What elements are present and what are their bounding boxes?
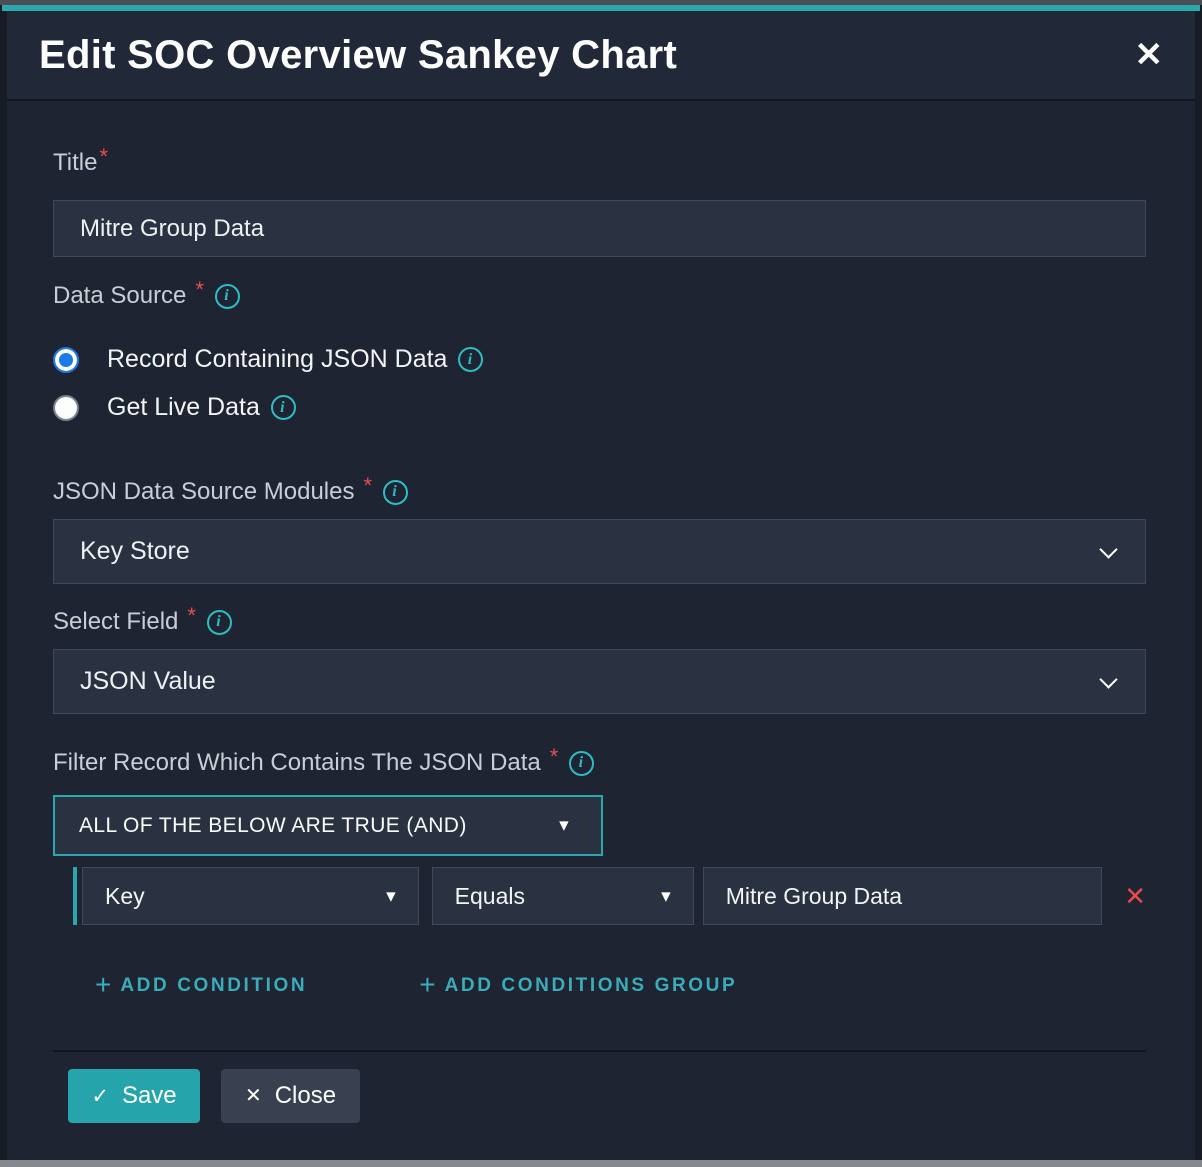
caret-down-icon: ▾	[386, 885, 396, 908]
select-field-label: Select Field* i	[53, 607, 1146, 637]
json-modules-selected-value: Key Store	[80, 537, 190, 566]
condition-field-select[interactable]: Key ▾	[82, 867, 419, 925]
title-label-text: Title	[53, 148, 97, 178]
required-asterisk: *	[195, 275, 204, 305]
group-operator-select[interactable]: ALL OF THE BELOW ARE TRUE (AND) ▾	[53, 795, 603, 856]
modal-header: Edit SOC Overview Sankey Chart ✕	[7, 11, 1195, 101]
condition-operator-select[interactable]: Equals ▾	[432, 867, 694, 925]
close-button-label: Close	[275, 1082, 336, 1110]
group-operator-value: ALL OF THE BELOW ARE TRUE (AND)	[79, 814, 467, 838]
data-source-label: Data Source* i	[53, 281, 1146, 311]
chevron-down-icon	[1099, 670, 1117, 688]
title-input[interactable]	[53, 200, 1146, 257]
title-label: Title*	[53, 148, 1146, 178]
plus-icon: +	[95, 969, 111, 1001]
radio-selected-icon[interactable]	[53, 347, 79, 373]
condition-field-value: Key	[105, 883, 145, 910]
add-conditions-group-label: ADD CONDITIONS GROUP	[445, 975, 738, 997]
info-icon[interactable]: i	[383, 480, 408, 505]
radio-option-label: Get Live Data	[107, 393, 260, 422]
close-button[interactable]: ✕ Close	[221, 1069, 360, 1123]
radio-unselected-icon[interactable]	[53, 395, 79, 421]
close-icon: ✕	[245, 1086, 262, 1106]
remove-condition-icon[interactable]: ✕	[1124, 881, 1146, 912]
json-modules-label: JSON Data Source Modules* i	[53, 477, 1146, 507]
close-icon[interactable]: ✕	[1135, 38, 1164, 72]
footer-divider	[53, 1050, 1146, 1052]
filter-label-text: Filter Record Which Contains The JSON Da…	[53, 748, 541, 778]
chevron-down-icon	[1099, 540, 1117, 558]
page-title: Edit SOC Overview Sankey Chart	[39, 33, 677, 78]
check-icon: ✓	[91, 1086, 109, 1107]
select-field-select[interactable]: JSON Value	[53, 649, 1146, 714]
add-condition-label: ADD CONDITION	[120, 975, 307, 997]
json-modules-label-text: JSON Data Source Modules	[53, 477, 354, 507]
screen: Edit SOC Overview Sankey Chart ✕ Title* …	[0, 0, 1202, 1167]
required-asterisk: *	[187, 601, 196, 631]
background-page-edge-bottom	[0, 1160, 1202, 1167]
condition-value-input[interactable]	[703, 867, 1103, 925]
caret-down-icon: ▾	[661, 885, 671, 908]
save-button[interactable]: ✓ Save	[68, 1069, 200, 1123]
footer-actions: ✓ Save ✕ Close	[53, 1069, 1146, 1123]
filter-actions: + ADD CONDITION + ADD CONDITIONS GROUP	[95, 970, 1146, 1002]
info-icon[interactable]: i	[207, 610, 232, 635]
info-icon[interactable]: i	[569, 751, 594, 776]
edit-sankey-chart-modal: Edit SOC Overview Sankey Chart ✕ Title* …	[7, 11, 1195, 1160]
save-button-label: Save	[122, 1082, 177, 1110]
condition-row: Key ▾ Equals ▾ ✕	[73, 867, 1146, 925]
condition-group-indent-bar	[73, 867, 77, 925]
add-condition-button[interactable]: + ADD CONDITION	[95, 970, 307, 1002]
caret-down-icon: ▾	[559, 814, 569, 837]
data-source-label-text: Data Source	[53, 281, 186, 311]
select-field-label-text: Select Field	[53, 607, 178, 637]
radio-option-label: Record Containing JSON Data	[107, 345, 447, 374]
required-asterisk: *	[550, 742, 559, 772]
add-conditions-group-button[interactable]: + ADD CONDITIONS GROUP	[419, 970, 737, 1002]
modal-body: Title* Data Source* i Record Containing …	[7, 101, 1195, 1160]
select-field-selected-value: JSON Value	[80, 667, 216, 696]
filter-label: Filter Record Which Contains The JSON Da…	[53, 748, 1146, 778]
condition-operator-value: Equals	[455, 883, 525, 910]
info-icon[interactable]: i	[458, 347, 483, 372]
plus-icon: +	[419, 969, 435, 1001]
required-asterisk: *	[363, 471, 372, 501]
info-icon[interactable]: i	[215, 284, 240, 309]
info-icon[interactable]: i	[271, 395, 296, 420]
radio-option-record-json[interactable]: Record Containing JSON Data i	[53, 345, 1146, 374]
required-asterisk: *	[99, 142, 108, 172]
json-modules-select[interactable]: Key Store	[53, 519, 1146, 584]
radio-option-get-live-data[interactable]: Get Live Data i	[53, 393, 1146, 422]
